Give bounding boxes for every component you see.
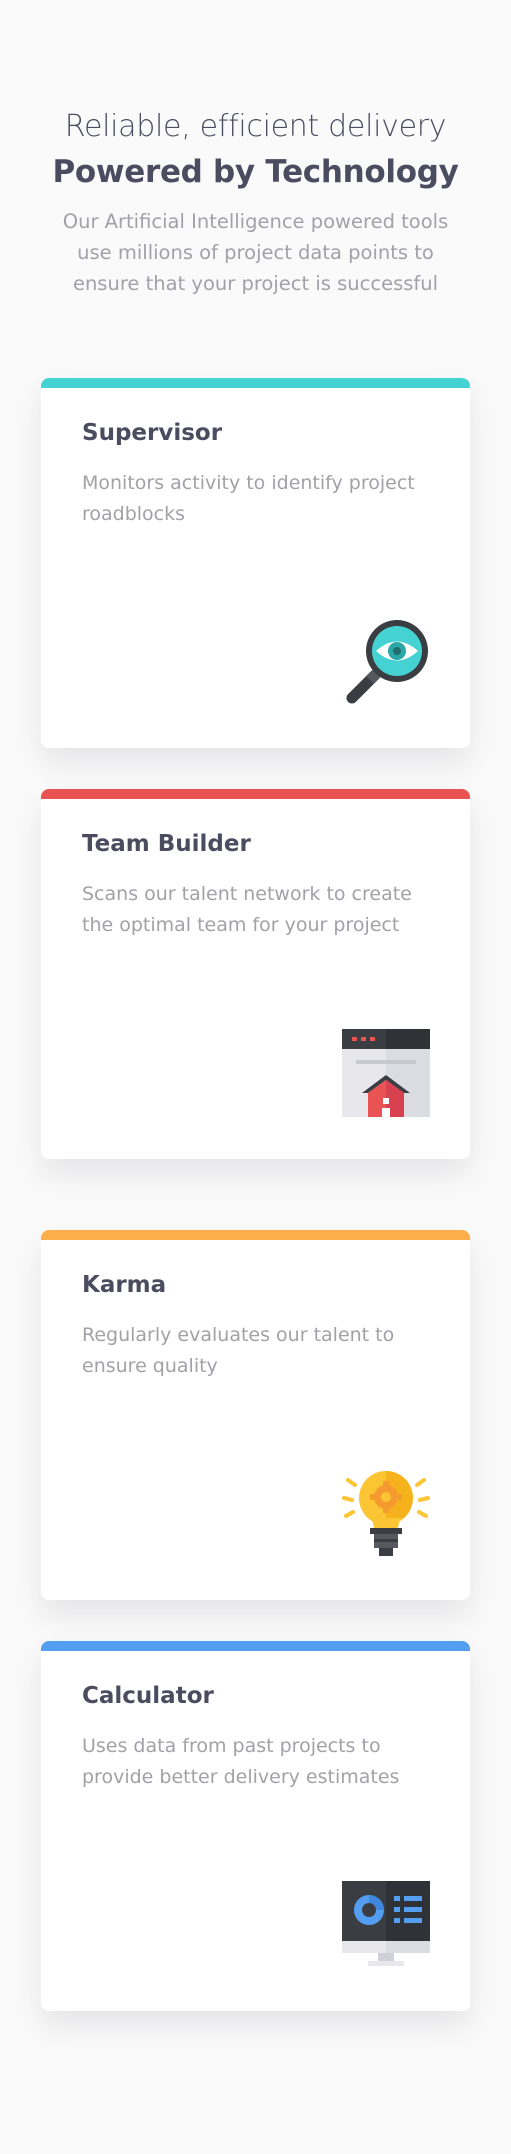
magnifier-eye-icon <box>346 620 428 704</box>
card-title: Karma <box>82 1272 167 1298</box>
monitor-dashboard-icon <box>342 1881 430 1966</box>
lightbulb-gear-icon <box>342 1471 430 1556</box>
section-description: Our Artificial Intelligence powered tool… <box>62 210 449 295</box>
card-title: Calculator <box>82 1683 214 1709</box>
card-description: Scans our talent network to create the o… <box>82 883 412 936</box>
card-accent-bar <box>41 789 470 799</box>
feature-card-calculator: Calculator Uses data from past projects … <box>41 1641 470 2011</box>
feature-card-supervisor: Supervisor Monitors activity to identify… <box>41 378 470 748</box>
card-accent-bar <box>41 1641 470 1651</box>
card-title: Supervisor <box>82 420 223 446</box>
card-description: Regularly evaluates our talent to ensure… <box>82 1324 395 1377</box>
feature-card-karma: Karma Regularly evaluates our talent to … <box>41 1230 470 1600</box>
section-subtitle: Reliable, efficient delivery <box>64 109 447 144</box>
browser-house-icon <box>342 1029 430 1117</box>
card-description: Uses data from past projects to provide … <box>82 1735 400 1788</box>
section-title: Powered by Technology <box>52 154 459 190</box>
feature-card-team-builder: Team Builder Scans our talent network to… <box>41 789 470 1159</box>
card-accent-bar <box>41 378 470 388</box>
section-header: Reliable, efficient delivery Powered by … <box>0 106 511 299</box>
card-title: Team Builder <box>82 831 251 857</box>
card-accent-bar <box>41 1230 470 1240</box>
card-description: Monitors activity to identify project ro… <box>82 472 415 525</box>
